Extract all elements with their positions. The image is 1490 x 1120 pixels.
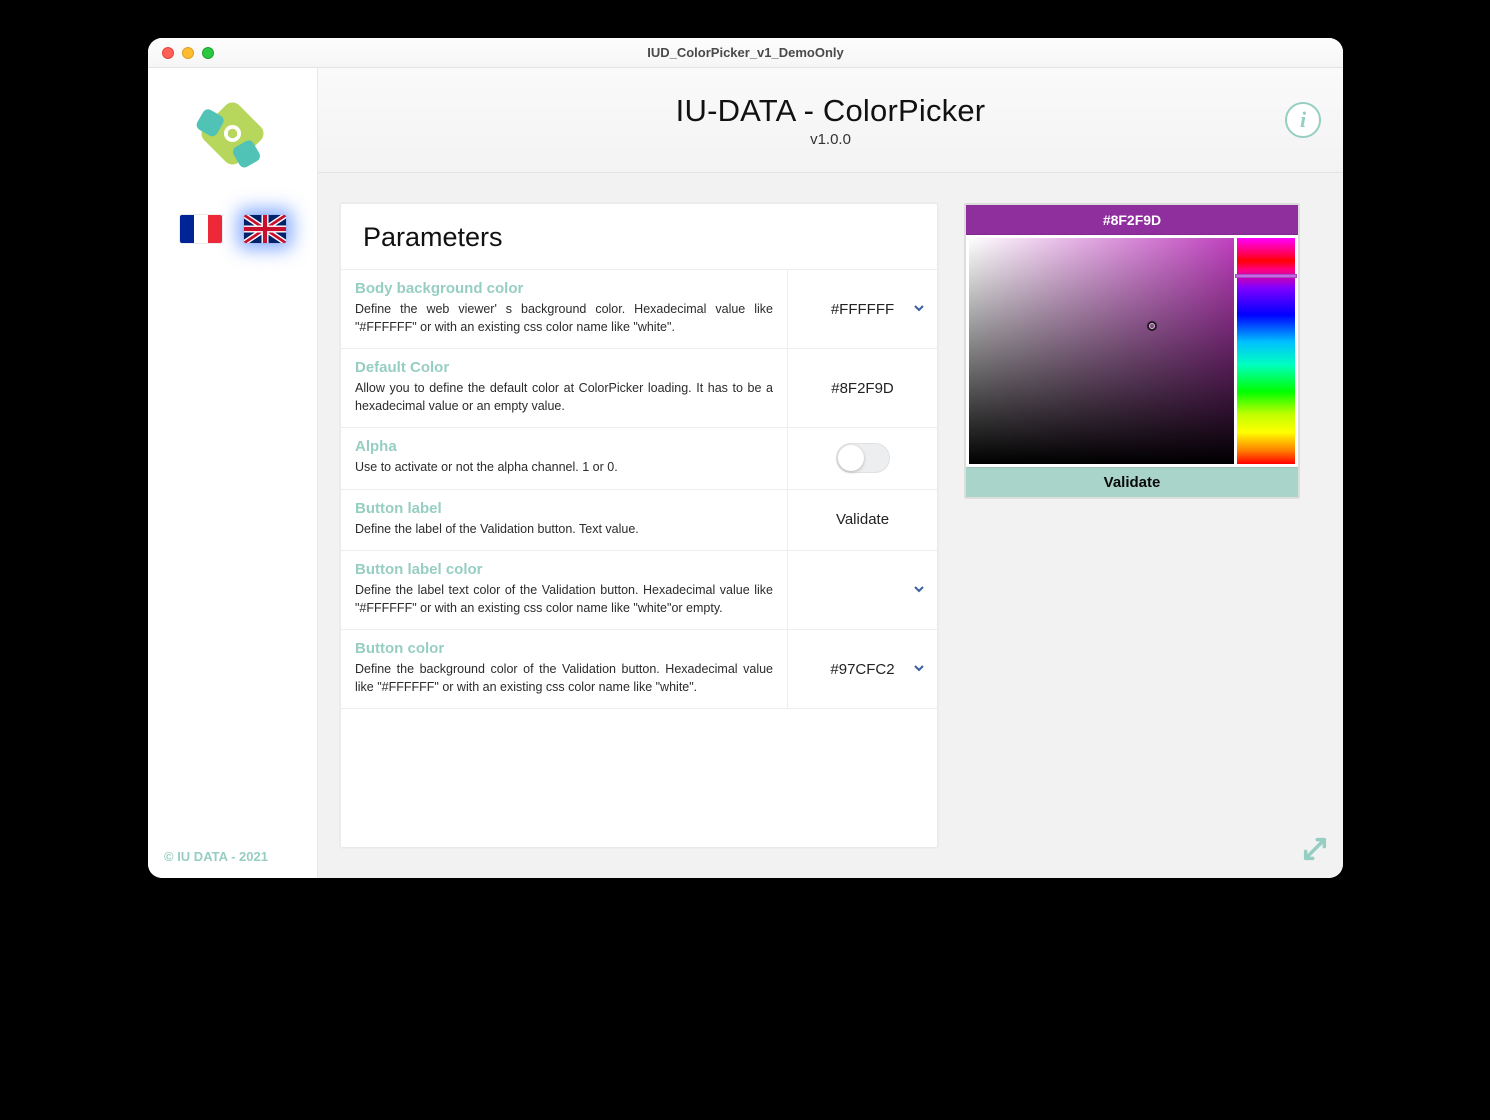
param-value-cell[interactable] — [787, 428, 937, 489]
hue-marker-icon[interactable] — [1235, 274, 1297, 278]
copyright-label: © IU DATA - 2021 — [164, 849, 268, 864]
panel-title: Parameters — [341, 204, 937, 270]
window-title: IUD_ColorPicker_v1_DemoOnly — [148, 45, 1343, 60]
logo — [148, 68, 317, 203]
param-desc: Use to activate or not the alpha channel… — [355, 459, 773, 477]
param-desc: Allow you to define the default color at… — [355, 380, 773, 415]
saturation-value-area[interactable] — [969, 238, 1234, 464]
info-icon: i — [1300, 107, 1306, 133]
param-title: Default Color — [355, 359, 773, 376]
param-value-cell[interactable] — [787, 551, 937, 629]
chevron-down-icon[interactable] — [913, 661, 925, 677]
param-value: #8F2F9D — [831, 380, 894, 397]
minimize-icon[interactable] — [182, 47, 194, 59]
app-title: IU-DATA - ColorPicker — [676, 93, 986, 129]
flag-uk-icon[interactable] — [244, 215, 286, 243]
window-controls — [162, 47, 214, 59]
info-button[interactable]: i — [1285, 102, 1321, 138]
picker-body — [966, 235, 1298, 467]
param-value: Validate — [836, 511, 889, 528]
sv-cursor-icon[interactable] — [1147, 321, 1157, 331]
main-area: IU-DATA - ColorPicker v1.0.0 i Parameter… — [318, 68, 1343, 878]
param-desc: Define the background color of the Valid… — [355, 661, 773, 696]
app-version: v1.0.0 — [676, 131, 986, 148]
language-switcher — [148, 215, 317, 243]
param-value-cell[interactable]: Validate — [787, 490, 937, 551]
picker-hex-label: #8F2F9D — [966, 205, 1298, 235]
flag-fr-icon[interactable] — [180, 215, 222, 243]
alpha-toggle[interactable] — [836, 443, 890, 473]
param-value: #FFFFFF — [831, 301, 894, 318]
param-value-cell[interactable]: #97CFC2 — [787, 630, 937, 708]
param-title: Button label — [355, 500, 773, 517]
chevron-down-icon[interactable] — [913, 301, 925, 317]
parameters-panel: Parameters Body background color Define t… — [340, 203, 938, 848]
app-header: IU-DATA - ColorPicker v1.0.0 i — [318, 68, 1343, 173]
sidebar: © IU DATA - 2021 — [148, 68, 318, 878]
param-value-cell[interactable]: #FFFFFF — [787, 270, 937, 348]
param-title: Body background color — [355, 280, 773, 297]
color-picker: #8F2F9D Validate — [964, 203, 1300, 499]
validate-button[interactable]: Validate — [966, 467, 1298, 497]
app-body: © IU DATA - 2021 IU-DATA - ColorPicker v… — [148, 68, 1343, 878]
param-row: Button color Define the background color … — [341, 630, 937, 709]
param-desc: Define the label of the Validation butto… — [355, 521, 773, 539]
param-title: Alpha — [355, 438, 773, 455]
param-row: Button label color Define the label text … — [341, 551, 937, 630]
close-icon[interactable] — [162, 47, 174, 59]
hue-slider[interactable] — [1237, 238, 1295, 464]
chevron-down-icon[interactable] — [913, 582, 925, 598]
param-row: Button label Define the label of the Vali… — [341, 490, 937, 552]
param-desc: Define the label text color of the Valid… — [355, 582, 773, 617]
resize-icon[interactable] — [1301, 835, 1329, 868]
param-value-cell[interactable]: #8F2F9D — [787, 349, 937, 427]
toggle-knob-icon — [838, 445, 864, 471]
logo-icon — [185, 86, 280, 186]
titlebar: IUD_ColorPicker_v1_DemoOnly — [148, 38, 1343, 68]
param-value: #97CFC2 — [830, 661, 894, 678]
fullscreen-icon[interactable] — [202, 47, 214, 59]
param-row: Body background color Define the web view… — [341, 270, 937, 349]
param-desc: Define the web viewer' s background colo… — [355, 301, 773, 336]
app-window: IUD_ColorPicker_v1_DemoOnly — [148, 38, 1343, 878]
param-row: Alpha Use to activate or not the alpha ch… — [341, 428, 937, 490]
param-title: Button label color — [355, 561, 773, 578]
param-title: Button color — [355, 640, 773, 657]
param-row: Default Color Allow you to define the def… — [341, 349, 937, 428]
content: Parameters Body background color Define t… — [318, 173, 1343, 878]
